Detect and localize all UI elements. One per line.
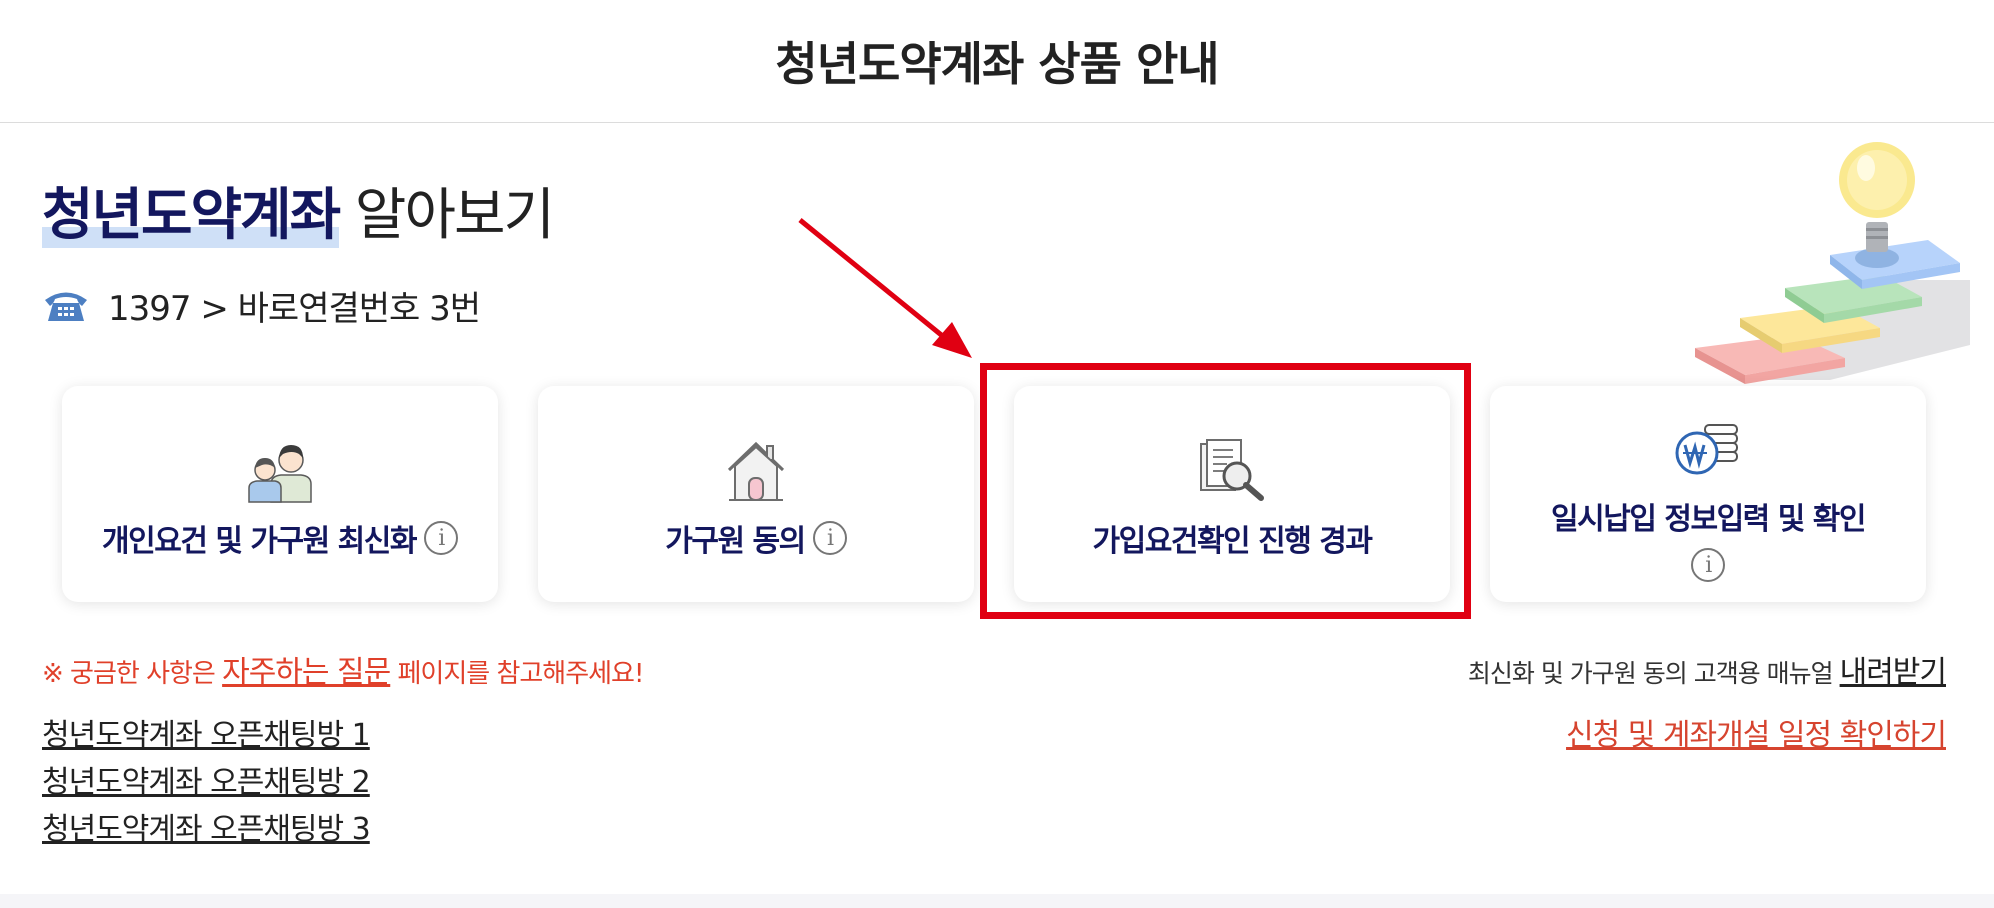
manual-download-link[interactable]: 내려받기 [1840,655,1947,690]
phone-contact: 1397 > 바로연결번호 3번 [42,280,481,330]
card-lump-sum-payment-info[interactable]: 일시납입 정보입력 및 확인 i [1490,386,1926,602]
won-coins-icon [1673,416,1743,482]
open-chat-link-2[interactable]: 청년도약계좌 오픈채팅방 2 [42,759,371,806]
intro-title-rest: 알아보기 [339,183,555,248]
page-header: 청년도약계좌 상품 안내 [0,0,1994,123]
intro-title-brand: 청년도약계좌 [42,183,341,248]
info-icon[interactable]: i [1691,548,1725,582]
card-personal-requirements-update[interactable]: 개인요건 및 가구원 최신화 i [62,386,498,602]
card-label: 개인요건 및 가구원 최신화 [102,524,417,559]
faq-notice-prefix: ※ 궁금한 사항은 [42,659,223,689]
stairs-lightbulb-illustration [1695,142,1970,384]
intro-title: 청년도약계좌 알아보기 [42,170,555,251]
info-icon[interactable]: i [423,521,458,555]
faq-notice-suffix: 페이지를 참고해주세요! [390,659,645,689]
bottom-divider [0,894,1994,908]
card-label: 가구원 동의 [665,524,806,559]
telephone-icon [45,292,87,321]
highlight-box [980,363,1471,619]
people-icon [247,438,313,504]
faq-notice: ※ 궁금한 사항은 자주하는 질문 페이지를 참고해주세요! [42,647,645,691]
card-household-consent[interactable]: 가구원 동의 i [538,386,974,602]
open-chat-link-3[interactable]: 청년도약계좌 오픈채팅방 3 [42,806,371,853]
manual-text: 최신화 및 가구원 동의 고객용 매뉴얼 [1467,659,1840,688]
open-chat-link-1[interactable]: 청년도약계좌 오픈채팅방 1 [42,712,371,759]
faq-link[interactable]: 자주하는 질문 [222,655,391,690]
phone-number-text: 1397 > 바로연결번호 3번 [108,288,481,329]
page-title: 청년도약계좌 상품 안내 [775,37,1219,91]
card-label: 일시납입 정보입력 및 확인 [1551,502,1866,537]
manual-download: 최신화 및 가구원 동의 고객용 매뉴얼 내려받기 [1467,647,1947,691]
house-icon [723,438,789,504]
schedule-check-link[interactable]: 신청 및 계좌개설 일정 확인하기 [1566,712,1947,759]
open-chat-links: 청년도약계좌 오픈채팅방 1 청년도약계좌 오픈채팅방 2 청년도약계좌 오픈채… [42,712,371,853]
info-icon[interactable]: i [812,521,847,555]
